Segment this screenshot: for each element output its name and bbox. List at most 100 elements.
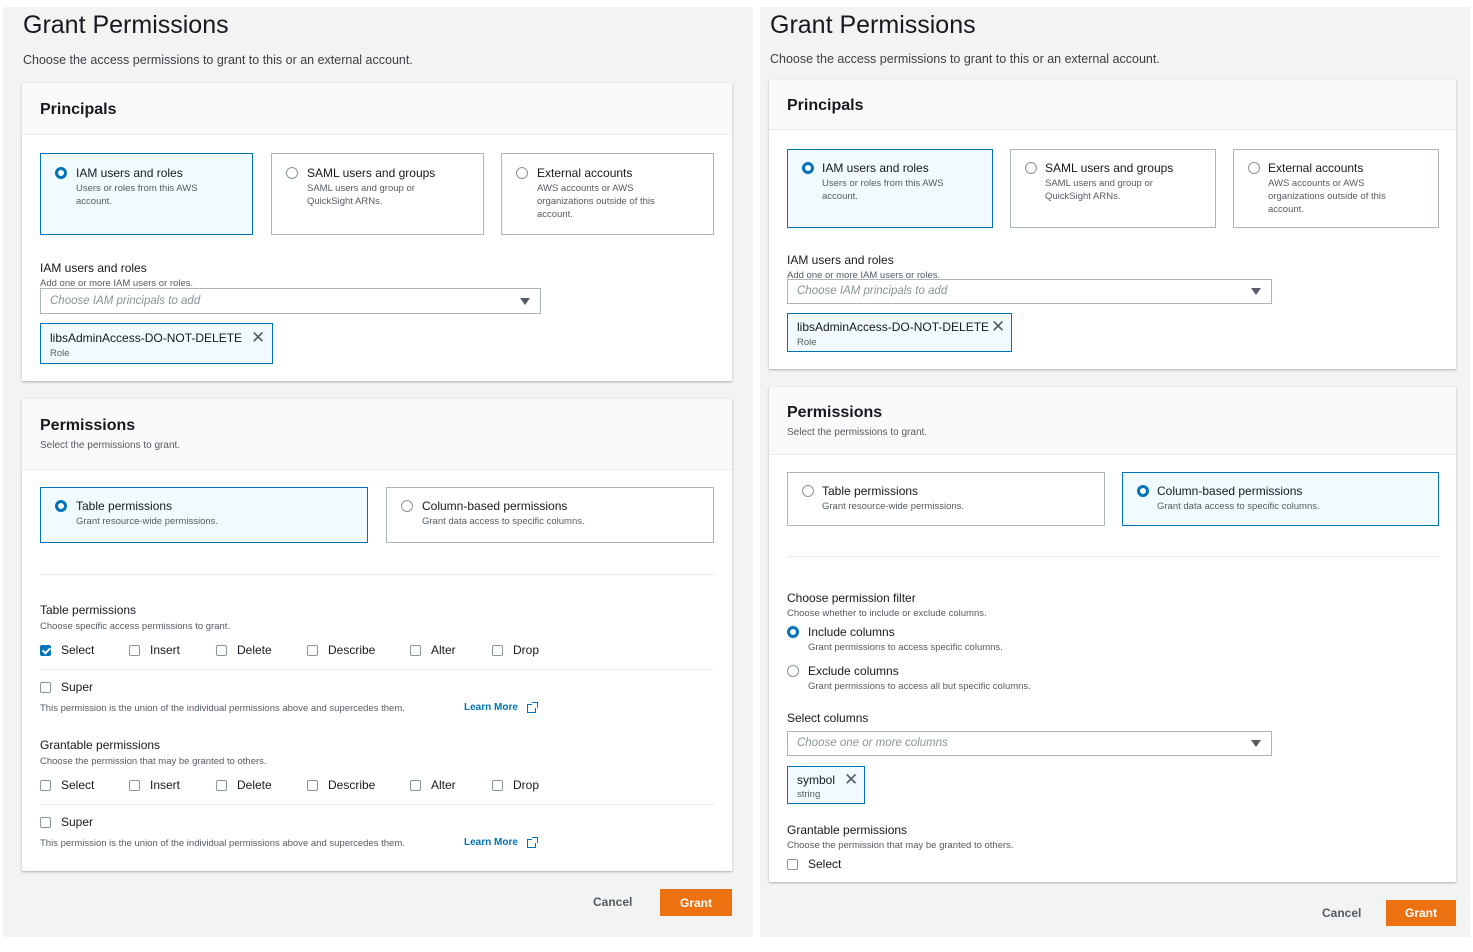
tile-external-accounts[interactable]: External accounts AWS accounts or AWS or… — [501, 153, 714, 235]
grant-button[interactable]: Grant — [1386, 900, 1456, 926]
radio-iam-users-and-roles[interactable] — [55, 167, 67, 179]
close-icon[interactable]: ✕ — [844, 771, 858, 788]
checkbox-label-insert: Insert — [150, 643, 181, 657]
iam-principals-select[interactable]: Choose IAM principals to add — [787, 279, 1272, 304]
tile-table-permissions[interactable]: Table permissions Grant resource-wide pe… — [40, 487, 368, 543]
columns-select[interactable]: Choose one or more columns — [787, 731, 1272, 756]
tile-desc: Grant data access to specific columns. — [1157, 501, 1320, 512]
radio-saml-users-and-groups[interactable] — [1025, 162, 1037, 174]
tile-desc: Grant resource-wide permissions. — [822, 501, 965, 512]
grantable-checkbox-super[interactable] — [40, 817, 51, 828]
checkbox-label-drop: Drop — [513, 643, 540, 657]
close-icon[interactable]: ✕ — [991, 318, 1005, 335]
grantable-label: Grantable permissions — [787, 823, 908, 837]
radio-column-based-permissions[interactable] — [1137, 485, 1149, 497]
grantable-checkbox-describe[interactable] — [307, 780, 318, 791]
table-permissions-desc: Choose specific access permissions to gr… — [40, 621, 231, 632]
tile-label: Table permissions — [822, 484, 919, 498]
tile-saml-users-and-groups[interactable]: SAML users and groups SAML users and gro… — [1010, 149, 1216, 228]
radio-table-permissions[interactable] — [55, 500, 67, 512]
grantable-checkbox-drop[interactable] — [492, 780, 503, 791]
checkbox-label-alter: Alter — [431, 643, 456, 657]
page-subtitle: Choose the access permissions to grant t… — [23, 53, 413, 67]
grantable-checkbox-select[interactable] — [40, 780, 51, 791]
tile-desc: SAML users and group or QuickSight ARNs. — [307, 183, 415, 207]
external-link-icon — [527, 837, 538, 848]
include-columns-label: Include columns — [808, 625, 895, 639]
permissions-desc: Select the permissions to grant. — [787, 427, 928, 438]
checkbox-label-insert: Insert — [150, 778, 181, 792]
divider — [40, 669, 714, 670]
tile-iam-users-and-roles[interactable]: IAM users and roles Users or roles from … — [787, 149, 993, 228]
grantable-checkbox-delete[interactable] — [216, 780, 227, 791]
checkbox-label-drop: Drop — [513, 778, 540, 792]
tile-desc: Users or roles from this AWS account. — [822, 178, 944, 202]
radio-external-accounts[interactable] — [516, 167, 528, 179]
close-icon[interactable]: ✕ — [251, 329, 265, 346]
tile-desc: Users or roles from this AWS account. — [76, 183, 198, 207]
learn-more-link[interactable]: Learn More — [464, 702, 518, 713]
radio-table-permissions[interactable] — [802, 485, 814, 497]
principals-heading: Principals — [40, 101, 117, 118]
caret-down-icon — [1251, 288, 1261, 295]
checkbox-label-select: Select — [61, 778, 95, 792]
checkbox-select[interactable] — [40, 645, 51, 656]
permissions-card-header: Permissions Select the permissions to gr… — [22, 399, 732, 470]
include-columns-desc: Grant permissions to access specific col… — [808, 642, 1003, 653]
tile-saml-users-and-groups[interactable]: SAML users and groups SAML users and gro… — [271, 153, 484, 235]
table-permissions-label: Table permissions — [40, 603, 137, 617]
radio-column-based-permissions[interactable] — [401, 500, 413, 512]
grantable-checkbox-select[interactable] — [787, 859, 798, 870]
grantable-checkbox-insert[interactable] — [129, 780, 140, 791]
iam-principals-select[interactable]: Choose IAM principals to add — [40, 288, 541, 314]
checkbox-label-describe: Describe — [328, 643, 376, 657]
principal-token: libsAdminAccess-DO-NOT-DELETE Role ✕ — [40, 323, 273, 364]
checkbox-insert[interactable] — [129, 645, 140, 656]
permissions-desc: Select the permissions to grant. — [40, 440, 181, 451]
principal-token: libsAdminAccess-DO-NOT-DELETE Role ✕ — [787, 313, 1012, 352]
tile-table-permissions[interactable]: Table permissions Grant resource-wide pe… — [787, 472, 1105, 526]
tile-label: SAML users and groups — [1045, 161, 1174, 175]
select-placeholder: Choose one or more columns — [797, 737, 948, 749]
caret-down-icon — [1251, 740, 1261, 747]
grantable-desc: Choose the permission that may be grante… — [787, 840, 1014, 851]
checkbox-delete[interactable] — [216, 645, 227, 656]
column-token: symbol string ✕ — [787, 766, 865, 804]
tile-external-accounts[interactable]: External accounts AWS accounts or AWS or… — [1233, 149, 1439, 228]
tile-column-based-permissions[interactable]: Column-based permissions Grant data acce… — [386, 487, 714, 543]
permission-filter-desc: Choose whether to include or exclude col… — [787, 608, 987, 619]
checkbox-drop[interactable] — [492, 645, 503, 656]
permissions-heading: Permissions — [40, 417, 136, 434]
grant-button[interactable]: Grant — [660, 889, 732, 916]
tile-label: Column-based permissions — [1157, 484, 1303, 498]
cancel-button[interactable]: Cancel — [1322, 906, 1361, 920]
checkbox-label-alter: Alter — [431, 778, 456, 792]
permissions-card: Permissions Select the permissions to gr… — [769, 387, 1456, 882]
learn-more-link[interactable]: Learn More — [464, 837, 518, 848]
permissions-card-header: Permissions Select the permissions to gr… — [769, 387, 1456, 455]
super-note: This permission is the union of the indi… — [40, 703, 405, 714]
cancel-button[interactable]: Cancel — [593, 895, 632, 909]
radio-iam-users-and-roles[interactable] — [802, 162, 814, 174]
permissions-card: Permissions Select the permissions to gr… — [22, 399, 732, 871]
checkbox-super[interactable] — [40, 682, 51, 693]
checkbox-label-describe: Describe — [328, 778, 376, 792]
principals-heading: Principals — [787, 97, 864, 114]
radio-include-columns[interactable] — [787, 626, 799, 638]
principals-card: Principals IAM users and roles Users or … — [22, 83, 732, 381]
radio-external-accounts[interactable] — [1248, 162, 1260, 174]
divider — [787, 556, 1439, 557]
exclude-columns-desc: Grant permissions to access all but spec… — [808, 681, 1031, 692]
checkbox-alter[interactable] — [410, 645, 421, 656]
caret-down-icon — [520, 298, 530, 305]
grantable-checkbox-alter[interactable] — [410, 780, 421, 791]
divider — [40, 574, 714, 575]
page-title: Grant Permissions — [770, 11, 976, 39]
checkbox-describe[interactable] — [307, 645, 318, 656]
principals-card: Principals IAM users and roles Users or … — [769, 80, 1456, 369]
tile-iam-users-and-roles[interactable]: IAM users and roles Users or roles from … — [40, 153, 253, 235]
radio-saml-users-and-groups[interactable] — [286, 167, 298, 179]
radio-exclude-columns[interactable] — [787, 665, 799, 677]
iam-field-label: IAM users and roles — [787, 253, 894, 267]
tile-column-based-permissions[interactable]: Column-based permissions Grant data acce… — [1122, 472, 1439, 526]
